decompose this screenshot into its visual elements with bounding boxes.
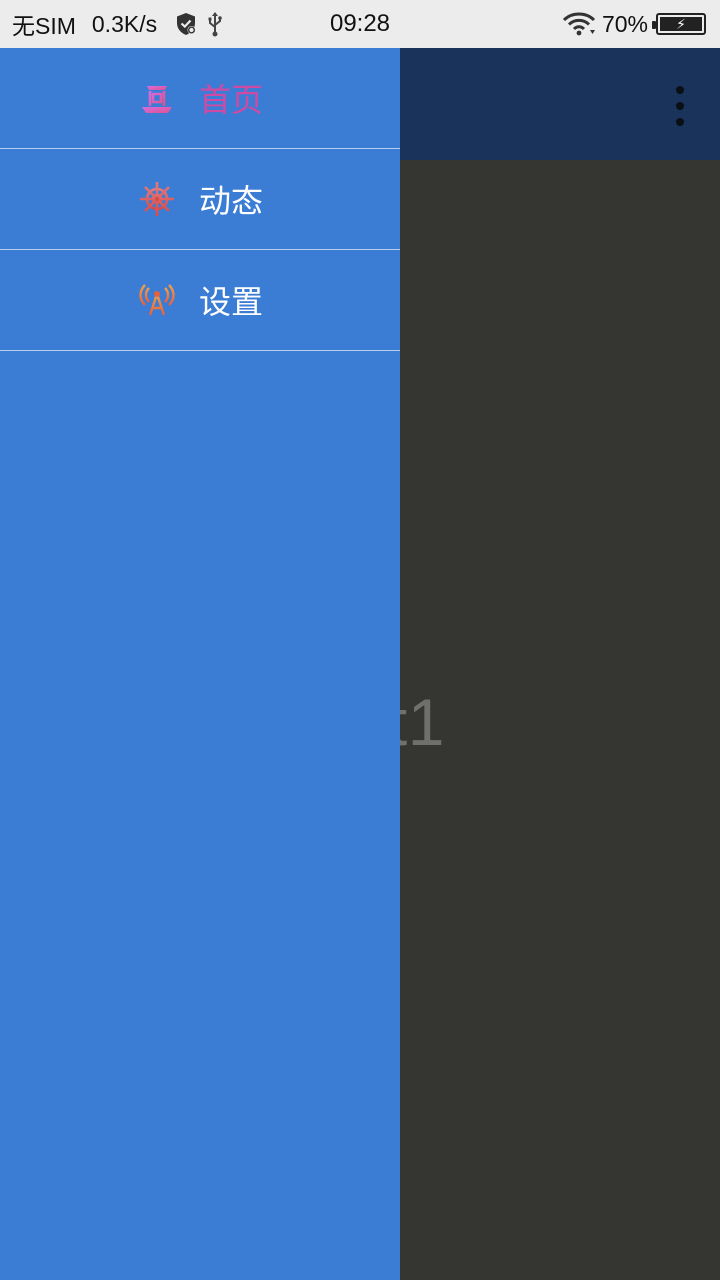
drawer-item-dynamics[interactable]: 动态 <box>0 149 400 250</box>
drawer-item-label: 设置 <box>198 283 263 321</box>
wifi-icon <box>562 11 596 37</box>
more-vert-icon[interactable] <box>670 86 690 126</box>
navigation-drawer: 首页 动态 设置 <box>0 48 400 1280</box>
ship-wheel-icon <box>137 179 177 219</box>
drawer-item-label: 首页 <box>198 81 263 119</box>
drawer-item-label: 动态 <box>198 182 263 220</box>
battery-percent: 70% <box>601 10 648 37</box>
drawer-item-home[interactable]: 首页 <box>0 48 400 149</box>
drawer-item-settings[interactable]: 设置 <box>0 250 400 351</box>
signal-tower-icon <box>137 280 177 320</box>
status-bar: 无SIM 0.3K/s 09:28 70% ⚡ <box>0 0 720 48</box>
battery-charging-icon: ⚡ <box>652 13 706 35</box>
ship-icon <box>137 78 177 118</box>
status-right: 70% ⚡ <box>562 0 706 48</box>
